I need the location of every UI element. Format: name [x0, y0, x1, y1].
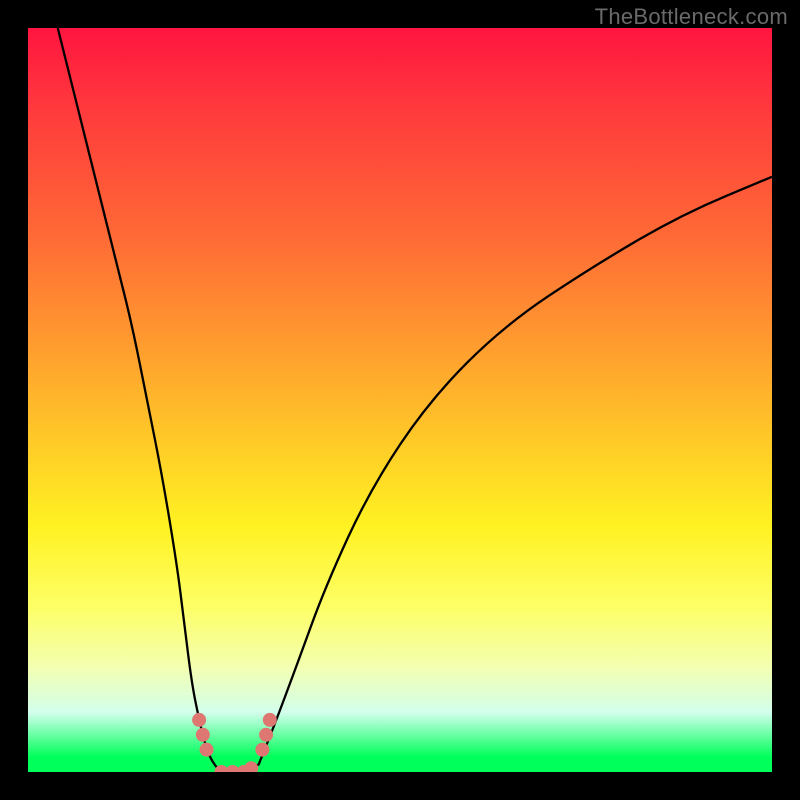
chart-plot-area — [28, 28, 772, 772]
data-marker — [192, 713, 206, 727]
data-marker — [196, 728, 210, 742]
data-marker — [200, 743, 214, 757]
chart-frame: TheBottleneck.com — [0, 0, 800, 800]
data-marker — [263, 713, 277, 727]
data-marker — [259, 728, 273, 742]
curve-svg — [28, 28, 772, 772]
bottleneck-curve — [58, 28, 772, 772]
data-marker — [255, 743, 269, 757]
watermark-text: TheBottleneck.com — [595, 4, 788, 30]
data-marker — [244, 761, 258, 772]
